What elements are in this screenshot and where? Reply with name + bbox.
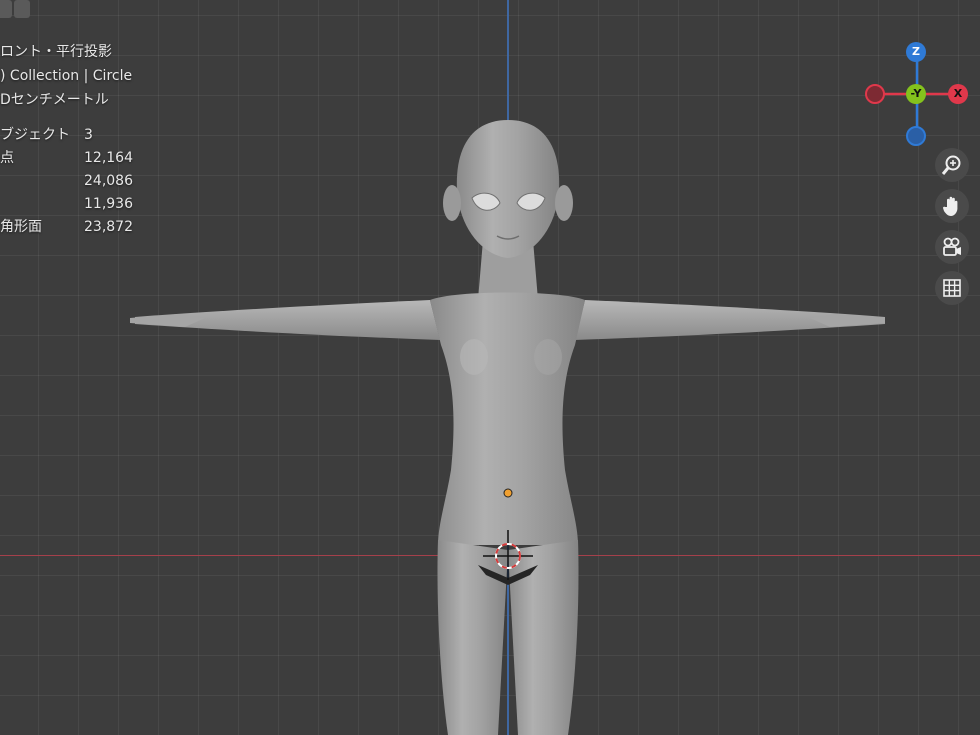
navigation-gizmo[interactable]: Z X -Y xyxy=(862,40,972,150)
gizmo-neg-y-axis[interactable]: -Y xyxy=(906,84,926,104)
viewport-info-overlay: ロント・平行投影 ) Collection | Circle Dセンチメートル … xyxy=(0,40,133,239)
torso xyxy=(430,292,585,545)
stat-row: 24,086 xyxy=(84,173,133,189)
view-layout-icon[interactable] xyxy=(0,0,12,18)
stat-row: 点 12,164 xyxy=(0,150,133,166)
head xyxy=(456,120,560,258)
gizmo-z-axis[interactable]: Z xyxy=(906,42,926,62)
3d-viewport[interactable]: ロント・平行投影 ) Collection | Circle Dセンチメートル … xyxy=(0,0,980,735)
pan-hand-icon[interactable] xyxy=(935,189,969,223)
stat-row: 11,936 xyxy=(84,196,133,212)
object-origin-dot xyxy=(503,488,513,498)
scene-statistics: ブジェクト 3 点 12,164 24,086 11,936 角形面 23,87… xyxy=(0,124,133,239)
stat-row: 角形面 23,872 xyxy=(0,219,133,235)
left-leg xyxy=(437,540,508,735)
camera-view-icon[interactable] xyxy=(935,230,969,264)
right-leg xyxy=(508,540,579,735)
collection-info: ) Collection | Circle xyxy=(0,68,133,84)
ortho-grid-icon[interactable] xyxy=(935,271,969,305)
gizmo-neg-x-axis[interactable] xyxy=(865,84,885,104)
stat-row: ブジェクト 3 xyxy=(0,127,93,143)
gizmo-neg-z-axis[interactable] xyxy=(906,126,926,146)
viewport-nav-buttons xyxy=(935,148,969,305)
zoom-icon[interactable] xyxy=(935,148,969,182)
header-toolbar xyxy=(0,0,30,18)
select-box-icon[interactable] xyxy=(14,0,30,18)
units-info: Dセンチメートル xyxy=(0,92,109,108)
character-model[interactable] xyxy=(0,0,980,735)
gizmo-x-axis[interactable]: X xyxy=(948,84,968,104)
view-name: ロント・平行投影 xyxy=(0,44,112,60)
